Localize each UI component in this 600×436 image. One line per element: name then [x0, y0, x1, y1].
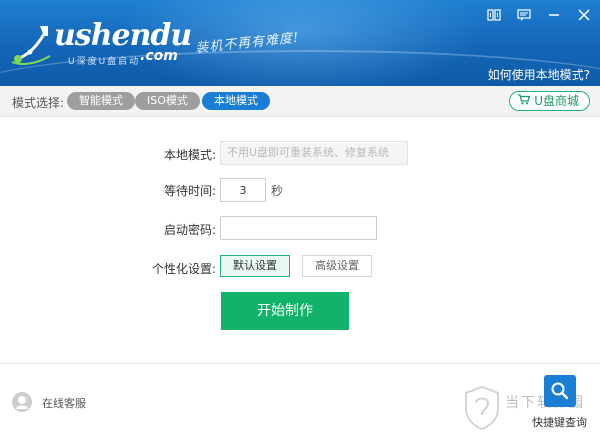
- close-icon[interactable]: [576, 8, 592, 24]
- app-footer: 在线客服 当下软件园 快捷键查询: [0, 363, 600, 436]
- shortcut-search-button[interactable]: [544, 375, 576, 407]
- logo-subtitle: U深度U盘启动: [68, 57, 141, 67]
- wait-time-label: 等待时间:: [163, 184, 216, 198]
- advanced-settings-button[interactable]: 高级设置: [302, 255, 372, 277]
- usb-shop-button[interactable]: U盘商城: [509, 91, 590, 111]
- wait-time-unit: 秒: [271, 184, 284, 198]
- skin-icon[interactable]: [486, 8, 502, 24]
- app-logo: ushendu .com U深度U盘启动: [10, 18, 200, 70]
- mode-bar: 模式选择: 智能模式 ISO模式 本地模式 U盘商城: [0, 86, 600, 117]
- customer-service-icon[interactable]: [12, 392, 32, 412]
- local-mode-field: 不用U盘即可重装系统、修复系统: [220, 141, 408, 165]
- help-link[interactable]: 如何使用本地模式?: [488, 66, 590, 83]
- boot-password-input[interactable]: [220, 216, 377, 240]
- app-header: ushendu .com U深度U盘启动 装机不再有难度! 如何使用本地模式?: [0, 0, 600, 86]
- minimize-icon[interactable]: [546, 8, 562, 24]
- tab-smart-mode[interactable]: 智能模式: [67, 92, 135, 110]
- wait-time-input[interactable]: [220, 178, 266, 202]
- usb-shop-label: U盘商城: [534, 94, 579, 108]
- shortcut-query-label: 快捷键查询: [532, 416, 587, 429]
- logo-domain: .com: [140, 48, 178, 64]
- tab-local-mode[interactable]: 本地模式: [202, 92, 270, 110]
- mode-label: 模式选择:: [12, 96, 65, 110]
- tab-iso-mode[interactable]: ISO模式: [135, 92, 200, 110]
- window-controls: [486, 8, 592, 24]
- default-settings-button[interactable]: 默认设置: [220, 255, 290, 277]
- feedback-icon[interactable]: [516, 8, 532, 24]
- cart-icon: [518, 92, 531, 110]
- custom-settings-label: 个性化设置:: [151, 262, 216, 276]
- local-mode-label: 本地模式:: [163, 148, 216, 162]
- search-icon: [551, 382, 569, 400]
- start-make-button[interactable]: 开始制作: [221, 292, 349, 330]
- logo-usb-icon: [11, 26, 51, 65]
- online-service-link[interactable]: 在线客服: [42, 395, 86, 411]
- boot-password-label: 启动密码:: [163, 223, 216, 237]
- watermark-shield-icon: [465, 385, 499, 431]
